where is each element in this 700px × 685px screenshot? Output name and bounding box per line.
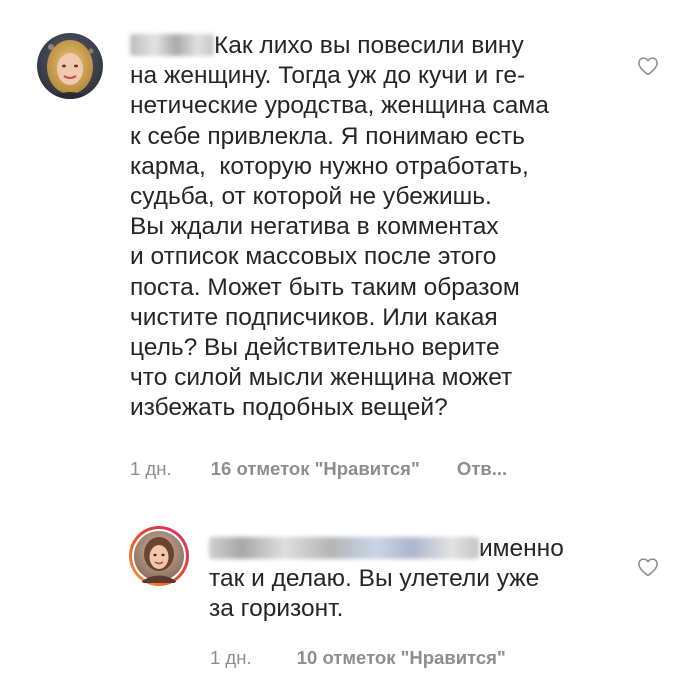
comment-meta: 1 дн. 10 отметок "Нравится" xyxy=(210,647,506,669)
likes-count[interactable]: 16 отметок "Нравится" xyxy=(211,458,420,480)
comment-meta: 1 дн. 16 отметок "Нравится" Отв... xyxy=(130,458,507,480)
comment-2: именно так и делаю. Вы улетели уже за го… xyxy=(0,480,700,685)
comment-body: именно так и делаю. Вы улетели уже за го… xyxy=(209,534,609,625)
avatar[interactable] xyxy=(37,33,103,99)
reply-button[interactable]: Отв... xyxy=(457,458,507,480)
comment-body: Как лихо вы повесили вину на женщину. То… xyxy=(130,31,600,424)
username-redacted[interactable] xyxy=(209,537,479,559)
comment-1: Как лихо вы повесили вину на женщину. То… xyxy=(0,0,700,480)
likes-count[interactable]: 10 отметок "Нравится" xyxy=(297,647,506,669)
comment-text: Как лихо вы повесили вину на женщину. То… xyxy=(130,32,549,422)
comment-time: 1 дн. xyxy=(210,647,252,668)
comment-time: 1 дн. xyxy=(130,458,172,479)
heart-outline-icon[interactable] xyxy=(637,557,659,577)
username-redacted[interactable] xyxy=(130,34,214,56)
user-photo xyxy=(37,33,103,99)
user-photo xyxy=(129,526,189,586)
heart-outline-icon[interactable] xyxy=(637,56,659,76)
avatar-story-ring[interactable] xyxy=(128,525,190,587)
